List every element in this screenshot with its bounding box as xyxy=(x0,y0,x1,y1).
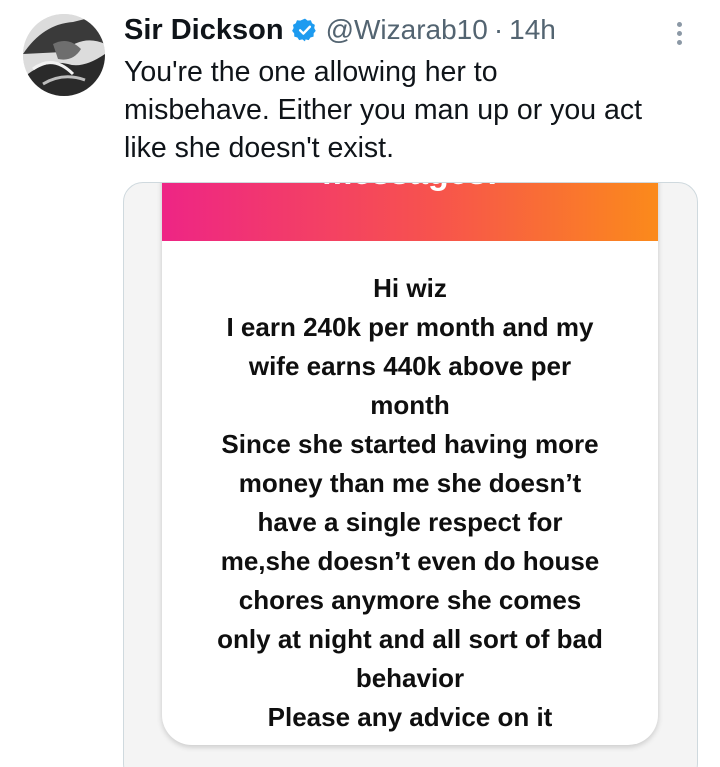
message-line: only at night and all sort of bad xyxy=(217,624,603,654)
message-line: Hi wiz xyxy=(373,273,447,303)
separator-dot: · xyxy=(493,14,504,45)
message-line: me,she doesn’t even do house xyxy=(220,546,600,576)
message-line: behavior xyxy=(355,663,465,693)
avatar[interactable] xyxy=(23,14,105,96)
author-name[interactable]: Sir Dickson xyxy=(124,14,284,47)
author-handle[interactable]: @Wizarab10 xyxy=(326,14,488,46)
message-line: chores anymore she comes xyxy=(238,585,582,615)
message-line: Please any advice on it xyxy=(267,702,553,732)
message-text: Hi wiz I earn 240k per month and my wife… xyxy=(182,269,638,737)
verified-badge-icon xyxy=(291,18,316,42)
message-line: I earn 240k per month and my xyxy=(226,312,594,342)
gradient-banner: messages! xyxy=(162,183,658,241)
tweet-header: Sir Dickson @Wizarab10 · 14h xyxy=(124,10,556,50)
tweet-text-line: like she doesn't exist. xyxy=(124,132,394,164)
message-line: month xyxy=(370,390,450,420)
tweet-text-line: misbehave. Either you man up or you act xyxy=(124,94,643,126)
message-line: money than me she doesn’t xyxy=(238,468,582,498)
tweet-time[interactable]: 14h xyxy=(509,14,556,46)
tweet-media-image[interactable]: messages! Hi wiz I earn 240k per month a… xyxy=(123,182,698,767)
banner-text: messages! xyxy=(162,183,658,193)
tweet-text-line: You're the one allowing her to xyxy=(124,56,498,88)
tweet-text: You're the one allowing her to misbehave… xyxy=(124,53,694,167)
more-options-icon[interactable] xyxy=(672,22,686,48)
message-line: Since she started having more xyxy=(221,429,599,459)
message-line: have a single respect for xyxy=(257,507,563,537)
message-line: wife earns 440k above per xyxy=(248,351,572,381)
message-screenshot: messages! Hi wiz I earn 240k per month a… xyxy=(162,183,658,745)
